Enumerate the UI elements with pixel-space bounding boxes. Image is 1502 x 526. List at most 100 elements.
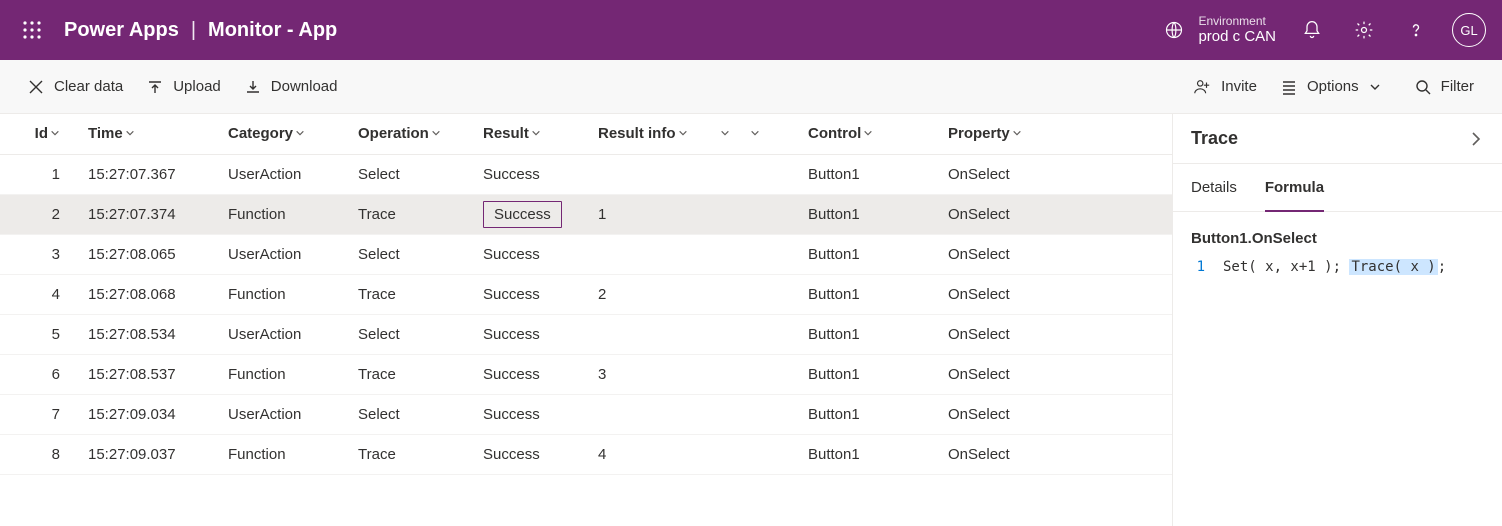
column-header-extra2[interactable] — [740, 114, 800, 154]
upload-button[interactable]: Upload — [147, 78, 221, 95]
options-label: Options — [1307, 78, 1359, 95]
cell-category: UserAction — [220, 234, 350, 274]
settings-button[interactable] — [1340, 6, 1388, 54]
cell-control: Button1 — [800, 314, 940, 354]
filter-button[interactable]: Filter — [1415, 78, 1474, 95]
clear-data-button[interactable]: Clear data — [28, 78, 123, 95]
notifications-button[interactable] — [1288, 6, 1336, 54]
panel-expand-button[interactable] — [1468, 131, 1484, 147]
table-row[interactable]: 315:27:08.065UserActionSelectSuccessButt… — [0, 234, 1172, 274]
table-row[interactable]: 515:27:08.534UserActionSelectSuccessButt… — [0, 314, 1172, 354]
tab-details[interactable]: Details — [1191, 164, 1237, 211]
chevron-down-icon — [720, 128, 730, 138]
avatar-initials: GL — [1460, 23, 1477, 38]
cell-id: 3 — [0, 234, 80, 274]
column-header-control[interactable]: Control — [800, 114, 940, 154]
upload-label: Upload — [173, 78, 221, 95]
cell-time: 15:27:08.534 — [80, 314, 220, 354]
events-grid: Id Time Category Operation Result Result… — [0, 114, 1172, 526]
cell-property: OnSelect — [940, 314, 1172, 354]
download-label: Download — [271, 78, 338, 95]
formula-code: 1 Set( x, x+1 ); Trace( x ); — [1191, 259, 1484, 275]
cell-extra2 — [740, 234, 800, 274]
cell-control: Button1 — [800, 434, 940, 474]
panel-title: Trace — [1191, 128, 1238, 149]
close-icon — [28, 79, 44, 95]
column-header-operation[interactable]: Operation — [350, 114, 475, 154]
cell-property: OnSelect — [940, 394, 1172, 434]
column-header-extra1[interactable] — [710, 114, 740, 154]
cell-extra1 — [710, 274, 740, 314]
cell-time: 15:27:07.367 — [80, 154, 220, 194]
cell-operation: Select — [350, 314, 475, 354]
cell-operation: Select — [350, 234, 475, 274]
clear-data-label: Clear data — [54, 78, 123, 95]
chevron-down-icon — [863, 128, 873, 138]
cell-control: Button1 — [800, 354, 940, 394]
cell-id: 6 — [0, 354, 80, 394]
invite-label: Invite — [1221, 78, 1257, 95]
cell-result: Success — [475, 234, 590, 274]
filter-label: Filter — [1441, 78, 1474, 95]
cell-extra1 — [710, 434, 740, 474]
cell-extra1 — [710, 194, 740, 234]
cell-property: OnSelect — [940, 434, 1172, 474]
cell-control: Button1 — [800, 394, 940, 434]
cell-property: OnSelect — [940, 354, 1172, 394]
column-header-result-info[interactable]: Result info — [590, 114, 710, 154]
invite-button[interactable]: Invite — [1193, 78, 1257, 96]
cell-extra1 — [710, 154, 740, 194]
breadcrumb-separator: | — [191, 19, 196, 42]
help-button[interactable] — [1392, 6, 1440, 54]
cell-result: Success — [475, 314, 590, 354]
breadcrumb: Power Apps | Monitor - App — [64, 19, 337, 42]
chevron-down-icon — [50, 128, 60, 138]
app-header: Power Apps | Monitor - App Environment p… — [0, 0, 1502, 60]
cell-result-info: 2 — [590, 274, 710, 314]
table-row[interactable]: 815:27:09.037FunctionTraceSuccess4Button… — [0, 434, 1172, 474]
cell-result: Success — [475, 274, 590, 314]
chevron-down-icon — [531, 128, 541, 138]
cell-result: Success — [475, 354, 590, 394]
chevron-down-icon — [295, 128, 305, 138]
table-row[interactable]: 115:27:07.367UserActionSelectSuccessButt… — [0, 154, 1172, 194]
environment-picker[interactable]: Environment prod c CAN — [1164, 15, 1276, 46]
code-highlight: Trace( x ) — [1349, 259, 1437, 275]
environment-name: prod c CAN — [1198, 28, 1276, 45]
cell-extra1 — [710, 394, 740, 434]
cell-result-info — [590, 154, 710, 194]
options-button[interactable]: Options — [1281, 78, 1381, 95]
cell-extra2 — [740, 274, 800, 314]
app-launcher-button[interactable] — [8, 6, 56, 54]
column-header-category[interactable]: Category — [220, 114, 350, 154]
cell-category: Function — [220, 434, 350, 474]
product-name[interactable]: Power Apps — [64, 19, 179, 42]
cell-operation: Select — [350, 394, 475, 434]
cell-time: 15:27:09.034 — [80, 394, 220, 434]
environment-label: Environment — [1198, 15, 1276, 28]
column-header-id[interactable]: Id — [0, 114, 80, 154]
cell-category: UserAction — [220, 314, 350, 354]
cell-id: 1 — [0, 154, 80, 194]
globe-icon — [1164, 20, 1184, 40]
cell-control: Button1 — [800, 274, 940, 314]
cell-result-info: 3 — [590, 354, 710, 394]
column-header-property[interactable]: Property — [940, 114, 1172, 154]
upload-icon — [147, 79, 163, 95]
user-avatar[interactable]: GL — [1452, 13, 1486, 47]
column-header-time[interactable]: Time — [80, 114, 220, 154]
table-row[interactable]: 615:27:08.537FunctionTraceSuccess3Button… — [0, 354, 1172, 394]
download-button[interactable]: Download — [245, 78, 338, 95]
cell-extra1 — [710, 234, 740, 274]
cell-category: Function — [220, 354, 350, 394]
table-row[interactable]: 415:27:08.068FunctionTraceSuccess2Button… — [0, 274, 1172, 314]
chevron-down-icon — [1369, 81, 1381, 93]
gear-icon — [1354, 20, 1374, 40]
cell-category: Function — [220, 194, 350, 234]
cell-result-info: 1 — [590, 194, 710, 234]
person-add-icon — [1193, 78, 1211, 96]
table-row[interactable]: 215:27:07.374FunctionTraceSuccess1Button… — [0, 194, 1172, 234]
table-row[interactable]: 715:27:09.034UserActionSelectSuccessButt… — [0, 394, 1172, 434]
column-header-result[interactable]: Result — [475, 114, 590, 154]
tab-formula[interactable]: Formula — [1265, 164, 1324, 211]
